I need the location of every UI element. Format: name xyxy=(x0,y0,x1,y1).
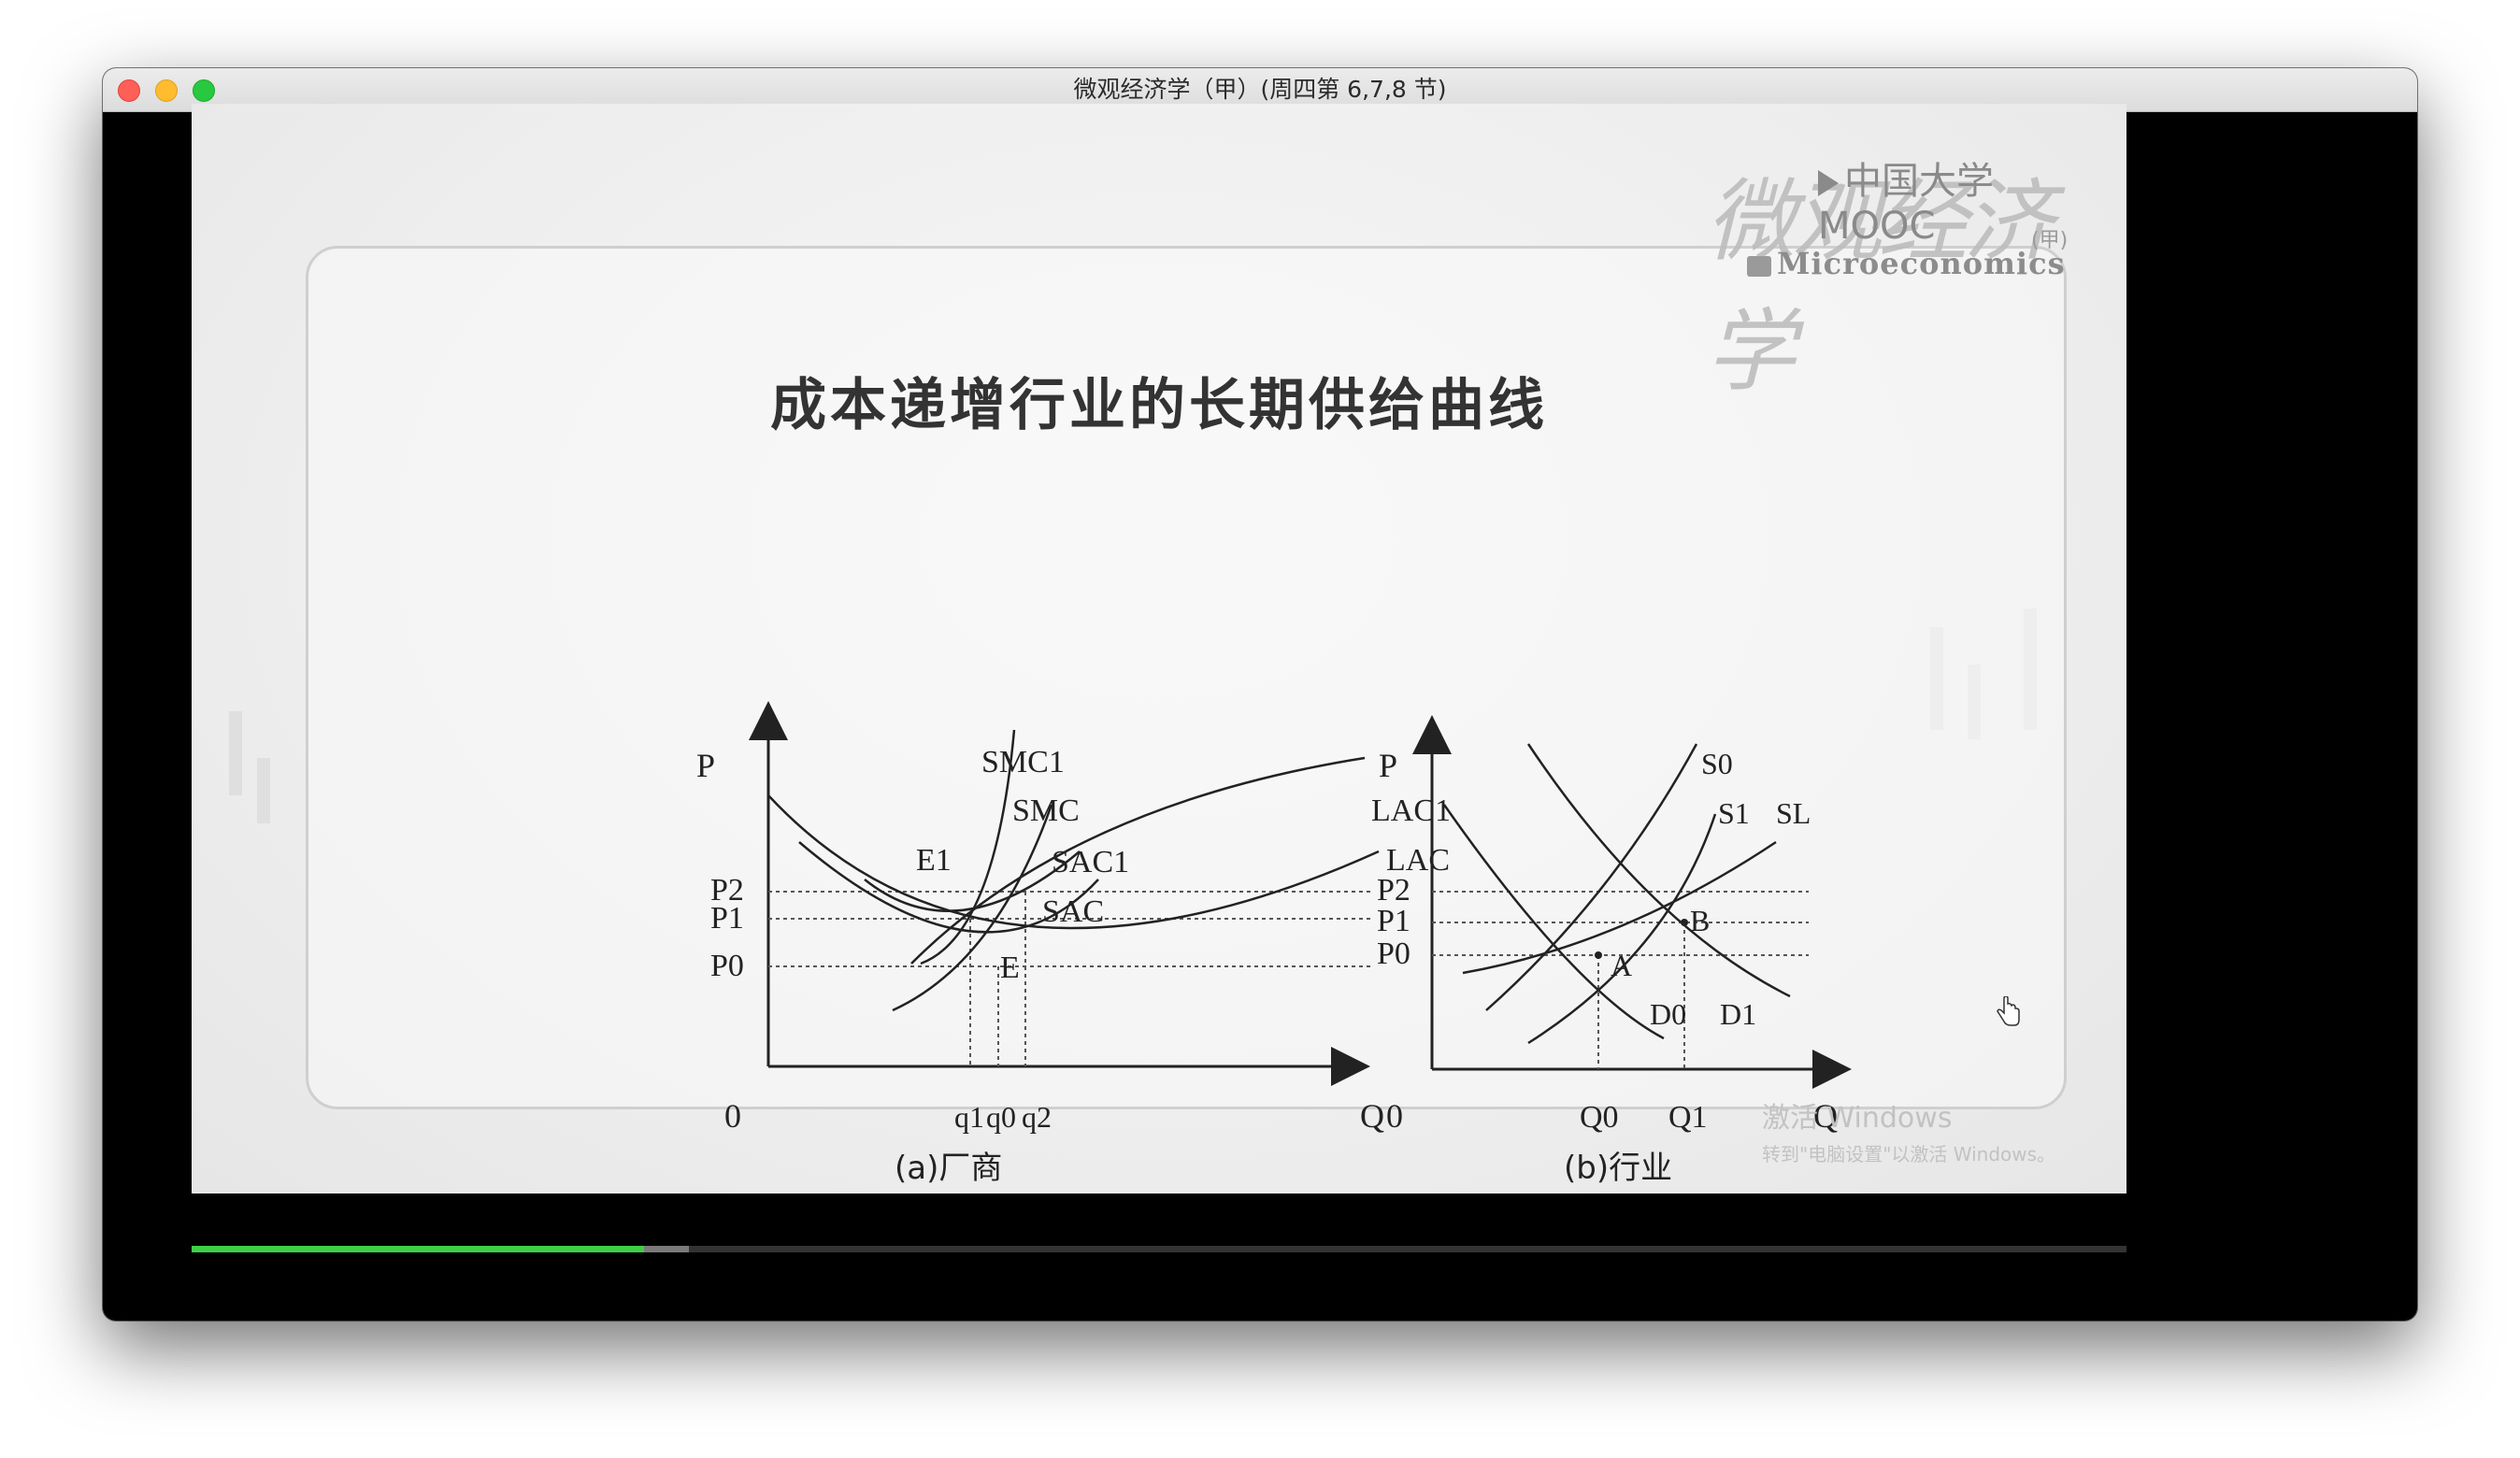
label-sac1: SAC1 xyxy=(1052,845,1129,879)
label-smc1: SMC1 xyxy=(981,745,1065,779)
buffer-fill xyxy=(644,1246,689,1252)
label-d1: D1 xyxy=(1720,997,1756,1031)
point-b: B xyxy=(1690,904,1710,937)
video-frame[interactable]: 成本递增行业的长期供给曲线 微观经济学 中国大学MOOC (甲) Microec… xyxy=(192,104,2126,1194)
point-e1: E1 xyxy=(916,843,952,878)
label-d0: D0 xyxy=(1650,997,1686,1031)
y-tick-p0: P0 xyxy=(710,949,744,983)
bg-decoration xyxy=(257,758,270,823)
label-sl: SL xyxy=(1776,796,1811,830)
y-tick-p1: P1 xyxy=(1377,904,1410,938)
label-s1: S1 xyxy=(1718,796,1750,830)
y-tick-p0: P0 xyxy=(1377,936,1410,971)
mooc-logo: 微观经济学 中国大学MOOC (甲) Microeconomics xyxy=(1706,141,2098,404)
play-icon xyxy=(1818,170,1839,196)
label-s0: S0 xyxy=(1701,747,1733,780)
chart-a-caption: (a)厂商 xyxy=(895,1150,1002,1187)
bg-decoration xyxy=(229,711,242,795)
y-tick-p2: P2 xyxy=(1377,873,1410,908)
y-tick-p1: P1 xyxy=(710,901,744,936)
origin-label: 0 xyxy=(724,1097,741,1135)
x-tick-q0: Q0 xyxy=(1580,1100,1619,1135)
x-tick-q0: q0 xyxy=(986,1100,1016,1134)
label-sac: SAC xyxy=(1042,894,1104,929)
logo-mooc-text: 中国大学MOOC xyxy=(1818,160,1994,248)
y-axis-label: P xyxy=(1379,747,1397,784)
origin-label: 0 xyxy=(1386,1097,1403,1135)
label-smc: SMC xyxy=(1012,793,1080,828)
point-b-dot xyxy=(1681,919,1688,926)
point-e: E xyxy=(1000,951,1020,985)
watermark-line1: 激活 Windows xyxy=(1762,1102,1953,1135)
x-tick-q1: q1 xyxy=(954,1100,984,1134)
point-a: A xyxy=(1611,949,1632,982)
point-a-dot xyxy=(1595,951,1602,959)
x-tick-q1: Q1 xyxy=(1668,1100,1708,1135)
curve-s0 xyxy=(1485,743,1698,1011)
windows-activation-watermark: 激活 Windows 转到"电脑设置"以激活 Windows。 xyxy=(1762,1094,2055,1166)
logo-en-text: Microeconomics xyxy=(1777,246,2066,281)
chart-b-caption: (b)行业 xyxy=(1564,1150,1672,1187)
x-tick-q2: q2 xyxy=(1022,1100,1052,1134)
video-progress-bar[interactable] xyxy=(192,1246,2126,1252)
watermark-line2: 转到"电脑设置"以激活 Windows。 xyxy=(1762,1143,2056,1165)
logo-en: Microeconomics xyxy=(1747,246,2066,281)
progress-fill xyxy=(192,1246,645,1252)
book-icon xyxy=(1747,255,1771,277)
y-axis-label: P xyxy=(696,747,715,784)
hand-cursor-icon xyxy=(1997,996,2020,1026)
